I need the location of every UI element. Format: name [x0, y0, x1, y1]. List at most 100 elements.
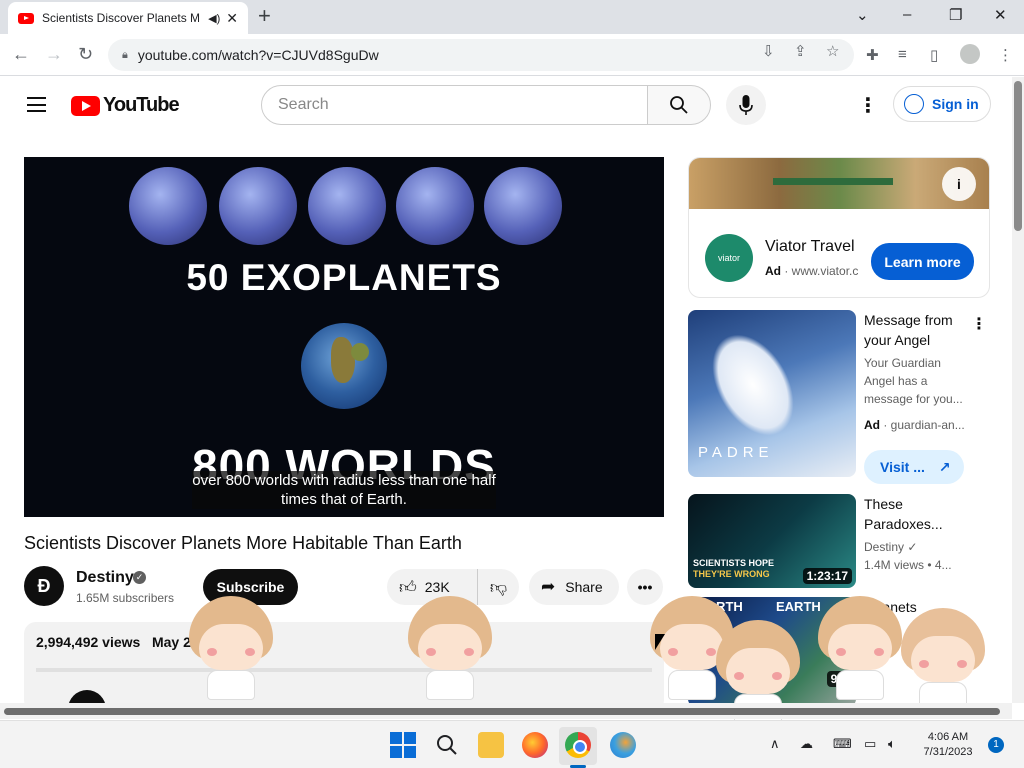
thumbnail-text: SCIENTISTS HOPE THEY'RE WRONG: [693, 558, 775, 579]
thumbs-up-icon: 👍︎: [399, 577, 417, 597]
volume-icon[interactable]: 🔈︎: [888, 736, 896, 752]
settings-more-icon[interactable]: ⋮: [858, 93, 878, 118]
bookmark-star-icon[interactable]: ☆: [826, 42, 839, 60]
learn-more-button[interactable]: Learn more: [871, 243, 974, 280]
recommendation-title[interactable]: These Paradoxes...: [864, 494, 970, 534]
view-count: 2,994,492 views: [36, 634, 141, 650]
thumbnail-brand: PADRE: [698, 444, 774, 461]
share-button[interactable]: ➦ Share: [529, 569, 619, 605]
onedrive-icon[interactable]: ☁: [800, 736, 813, 752]
microphone-icon: [739, 95, 753, 115]
ad-domain: www.viator.c: [791, 264, 859, 278]
video-player[interactable]: 50 EXOPLANETS 800 WORLDS over 800 worlds…: [24, 157, 664, 517]
browser-tab-bar: Scientists Discover Planets M ◀) ✕ + ⌄ –…: [0, 0, 1024, 34]
speaker-icon[interactable]: ◀): [208, 12, 220, 25]
restore-button[interactable]: ❐: [949, 6, 962, 24]
chevron-up-icon[interactable]: ∧: [770, 736, 780, 752]
tab-search-icon[interactable]: ⌄: [856, 6, 869, 24]
keyboard-icon[interactable]: ⌨: [833, 736, 852, 752]
youtube-favicon-icon: [18, 12, 34, 24]
notification-badge[interactable]: 1: [988, 737, 1004, 753]
media-control-icon[interactable]: ≡: [898, 46, 907, 63]
ad-card[interactable]: i viator Viator Travel Ad · www.viator.c…: [688, 157, 990, 298]
recommendation-channel: Destiny ✓: [864, 540, 918, 554]
channel-name[interactable]: Destiny: [76, 569, 134, 587]
video-thumbnail[interactable]: PADRE: [688, 310, 856, 477]
horizontal-scroll-thumb[interactable]: [4, 708, 1000, 715]
description-divider: [36, 668, 652, 672]
youtube-logo[interactable]: YouTube: [71, 94, 180, 117]
thumbs-down-icon: 👎︎: [489, 577, 508, 597]
extensions-icon[interactable]: ✚: [866, 46, 879, 64]
share-arrow-icon: ➦: [541, 577, 556, 596]
vertical-scrollbar[interactable]: [1012, 77, 1024, 703]
ad-line: Ad · guardian-an...: [864, 418, 965, 432]
new-tab-button[interactable]: +: [258, 5, 271, 27]
address-bar[interactable]: 🔒︎ youtube.com/watch?v=CJUVd8SguDw: [108, 39, 854, 71]
browser-toolbar: ← → ↻ 🔒︎ youtube.com/watch?v=CJUVd8SguDw…: [0, 34, 1024, 76]
ad-title[interactable]: Viator Travel: [765, 238, 855, 256]
ad-badge: Ad: [864, 418, 880, 432]
verified-badge-icon: ✓: [907, 540, 918, 554]
mouse-cursor-icon: [655, 634, 665, 650]
verified-badge-icon: ✓: [133, 571, 146, 584]
subscriber-count: 1.65M subscribers: [76, 591, 175, 605]
list-item[interactable]: SCIENTISTS HOPE THEY'RE WRONG 1:23:17 Th…: [688, 494, 988, 590]
list-item[interactable]: PADRE Message from your Angel ⋮ Your Gua…: [688, 310, 988, 490]
youtube-play-icon: [71, 95, 100, 116]
exoplanet-image: [219, 167, 297, 245]
lock-icon[interactable]: 🔒︎: [122, 49, 128, 62]
info-icon[interactable]: i: [942, 167, 976, 201]
forward-icon[interactable]: →: [45, 44, 63, 65]
search-input[interactable]: Search: [261, 85, 648, 125]
recommendation-title[interactable]: Message from your Angel: [864, 310, 970, 350]
paint-icon[interactable]: [610, 732, 636, 758]
chibi-sticker-image: [402, 596, 498, 704]
profile-avatar-icon[interactable]: [960, 44, 980, 64]
channel-avatar[interactable]: Ð: [24, 566, 64, 606]
browser-tab[interactable]: Scientists Discover Planets M ◀) ✕: [8, 2, 248, 34]
tab-close-icon[interactable]: ✕: [226, 10, 238, 27]
exoplanet-image: [396, 167, 474, 245]
system-clock[interactable]: 4:06 AM 7/31/2023: [918, 730, 978, 760]
voice-search-button[interactable]: [726, 85, 766, 125]
sign-in-button[interactable]: Sign in: [893, 86, 991, 122]
reload-icon[interactable]: ↻: [78, 44, 93, 65]
video-thumbnail[interactable]: SCIENTISTS HOPE THEY'RE WRONG 1:23:17: [688, 494, 856, 588]
taskbar: ∧ ☁ ⌨ ▭ 🔈︎ 4:06 AM 7/31/2023 1: [0, 720, 1024, 768]
chibi-sticker-image: [895, 608, 991, 716]
external-link-icon: ↗: [938, 458, 951, 475]
start-menu-icon[interactable]: [390, 732, 416, 758]
earth-image: [301, 323, 387, 409]
exoplanet-image: [129, 167, 207, 245]
back-icon[interactable]: ←: [12, 44, 30, 65]
side-panel-icon[interactable]: ▯: [930, 46, 938, 64]
clock-time: 4:06 AM: [927, 731, 969, 743]
horizontal-scrollbar[interactable]: [0, 703, 1012, 719]
url-text[interactable]: youtube.com/watch?v=CJUVd8SguDw: [138, 47, 379, 63]
video-title: Scientists Discover Planets More Habitab…: [24, 533, 462, 553]
description-box[interactable]: 2,994,492 views May 2: [24, 622, 664, 712]
menu-icon[interactable]: [27, 97, 46, 112]
chrome-menu-icon[interactable]: ⋮: [998, 46, 1013, 64]
minimize-button[interactable]: –: [903, 6, 911, 23]
like-count: 23K: [424, 579, 450, 595]
install-app-icon[interactable]: ⇩: [762, 42, 775, 60]
more-vert-icon[interactable]: ⋮: [971, 314, 987, 334]
network-icon[interactable]: ▭: [864, 736, 876, 752]
ad-domain: guardian-an...: [890, 418, 965, 432]
exoplanet-image: [484, 167, 562, 245]
ad-logo: viator: [705, 234, 753, 282]
clock-date: 7/31/2023: [923, 746, 973, 758]
search-button[interactable]: [647, 85, 711, 125]
file-explorer-icon[interactable]: [478, 732, 504, 758]
share-page-icon[interactable]: ⇪: [794, 42, 807, 60]
chrome-icon[interactable]: [565, 732, 591, 758]
youtube-logo-text: YouTube: [103, 94, 180, 116]
search-icon[interactable]: [434, 732, 460, 758]
visit-site-button[interactable]: Visit ... ↗: [864, 450, 964, 484]
share-label: Share: [565, 579, 603, 595]
vertical-scroll-thumb[interactable]: [1014, 81, 1022, 231]
firefox-icon[interactable]: [522, 732, 548, 758]
close-window-button[interactable]: ✕: [994, 6, 1007, 24]
